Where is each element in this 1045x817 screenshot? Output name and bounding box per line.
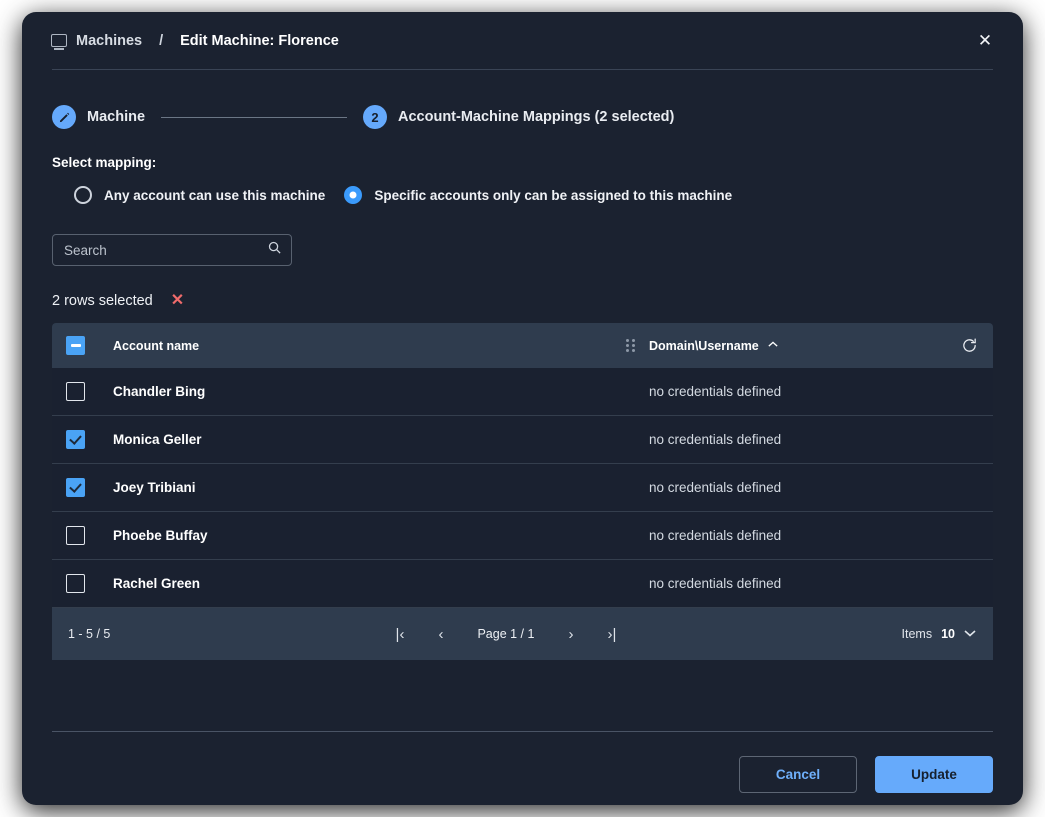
selection-bar: 2 rows selected ✕: [52, 293, 1023, 310]
cell-account-name: Joey Tribiani: [113, 480, 196, 495]
select-all-checkbox[interactable]: [66, 336, 85, 355]
row-checkbox-cell: [66, 430, 113, 449]
pencil-icon: [52, 105, 76, 129]
table-row[interactable]: Joey Tribiani no credentials defined: [52, 464, 993, 512]
rows-selected-label: 2 rows selected: [52, 293, 153, 309]
page-indicator: Page 1 / 1: [477, 627, 535, 641]
table-row[interactable]: Chandler Bing no credentials defined: [52, 368, 993, 416]
first-page-button[interactable]: |‹: [396, 627, 405, 642]
radio-specific-accounts-mark: [344, 186, 363, 204]
cell-domain-username: no credentials defined: [649, 528, 782, 543]
step-account-machine-mappings[interactable]: 2 Account-Machine Mappings (2 selected): [363, 105, 674, 129]
wizard-stepper: Machine 2 Account-Machine Mappings (2 se…: [52, 105, 1023, 129]
row-checkbox[interactable]: [66, 526, 85, 545]
row-checkbox[interactable]: [66, 430, 85, 449]
footer-divider: [52, 731, 993, 732]
table-row[interactable]: Monica Geller no credentials defined: [52, 416, 993, 464]
radio-any-account[interactable]: Any account can use this machine: [74, 186, 325, 204]
cell-account-name: Monica Geller: [113, 432, 202, 447]
pagination-range: 1 - 5 / 5: [68, 627, 111, 641]
cell-account-name: Phoebe Buffay: [113, 528, 208, 543]
cell-account-name: Chandler Bing: [113, 384, 206, 399]
items-per-page-label: Items: [901, 627, 933, 641]
table-row[interactable]: Phoebe Buffay no credentials defined: [52, 512, 993, 560]
breadcrumb-machines-link[interactable]: Machines: [51, 32, 143, 50]
radio-any-account-label: Any account can use this machine: [104, 187, 326, 203]
monitor-icon: [51, 34, 67, 50]
edit-machine-modal: Machines / Edit Machine: Florence ✕ Mach…: [22, 12, 1023, 805]
step-2-number: 2: [363, 105, 388, 129]
close-icon[interactable]: ✕: [971, 27, 999, 55]
search-input[interactable]: [52, 234, 292, 266]
modal-footer: Cancel Update: [739, 756, 993, 793]
row-checkbox-cell: [66, 382, 113, 401]
column-header-domain-username-label: Domain\Username: [649, 338, 759, 353]
cancel-button[interactable]: Cancel: [739, 756, 857, 793]
column-header-domain-username[interactable]: Domain\Username: [649, 339, 961, 353]
prev-page-button[interactable]: ‹: [438, 627, 443, 642]
modal-header: Machines / Edit Machine: Florence ✕: [22, 12, 1023, 69]
radio-specific-accounts[interactable]: Specific accounts only can be assigned t…: [344, 186, 732, 204]
row-checkbox-cell: [66, 526, 113, 545]
row-checkbox[interactable]: [66, 382, 85, 401]
cell-account-name: Rachel Green: [113, 576, 201, 591]
search-box: [52, 234, 292, 266]
header-divider: [52, 69, 993, 70]
cell-domain-username: no credentials defined: [649, 576, 782, 591]
pagination-controls: |‹ ‹ Page 1 / 1 › ›|: [110, 627, 901, 642]
sort-ascending-icon: [768, 341, 778, 351]
clear-selection-icon[interactable]: ✕: [171, 293, 184, 309]
table-pagination: 1 - 5 / 5 |‹ ‹ Page 1 / 1 › ›| Items 10: [52, 608, 993, 660]
select-mapping-label: Select mapping:: [52, 155, 157, 170]
select-all-checkbox-cell: [66, 336, 113, 355]
table-row[interactable]: Rachel Green no credentials defined: [52, 560, 993, 608]
drag-handle-icon[interactable]: [626, 339, 635, 353]
mapping-radio-group: Any account can use this machine Specifi…: [74, 186, 1023, 204]
radio-any-account-mark: [74, 186, 92, 204]
table-body: Chandler Bing no credentials defined Mon…: [52, 368, 993, 608]
stepper-connector: [161, 116, 348, 118]
breadcrumb: Machines / Edit Machine: Florence: [51, 32, 339, 50]
breadcrumb-root-label: Machines: [76, 32, 143, 49]
cell-domain-username: no credentials defined: [649, 432, 782, 447]
next-page-button[interactable]: ›: [568, 627, 573, 642]
cell-domain-username: no credentials defined: [649, 384, 782, 399]
step-machine-label: Machine: [87, 109, 146, 125]
row-checkbox-cell: [66, 574, 113, 593]
table-header-row: Account name Domain\Username: [52, 323, 993, 368]
radio-specific-accounts-label: Specific accounts only can be assigned t…: [374, 187, 733, 203]
row-checkbox[interactable]: [66, 574, 85, 593]
cell-domain-username: no credentials defined: [649, 480, 782, 495]
row-checkbox-cell: [66, 478, 113, 497]
column-header-account-name[interactable]: Account name: [113, 339, 626, 353]
update-button[interactable]: Update: [875, 756, 993, 793]
accounts-table: Account name Domain\Username Chandler Bi…: [52, 323, 993, 660]
step-machine[interactable]: Machine: [52, 105, 145, 129]
items-per-page[interactable]: Items 10: [902, 627, 976, 641]
chevron-down-icon[interactable]: [964, 628, 976, 640]
items-per-page-value: 10: [941, 627, 955, 641]
breadcrumb-separator: /: [159, 32, 164, 49]
page-root: Machines / Edit Machine: Florence ✕ Mach…: [0, 0, 1045, 817]
breadcrumb-current-label: Edit Machine: Florence: [180, 32, 339, 49]
refresh-icon[interactable]: [961, 337, 978, 354]
step-mappings-label: Account-Machine Mappings (2 selected): [398, 109, 675, 125]
last-page-button[interactable]: ›|: [607, 627, 616, 642]
row-checkbox[interactable]: [66, 478, 85, 497]
